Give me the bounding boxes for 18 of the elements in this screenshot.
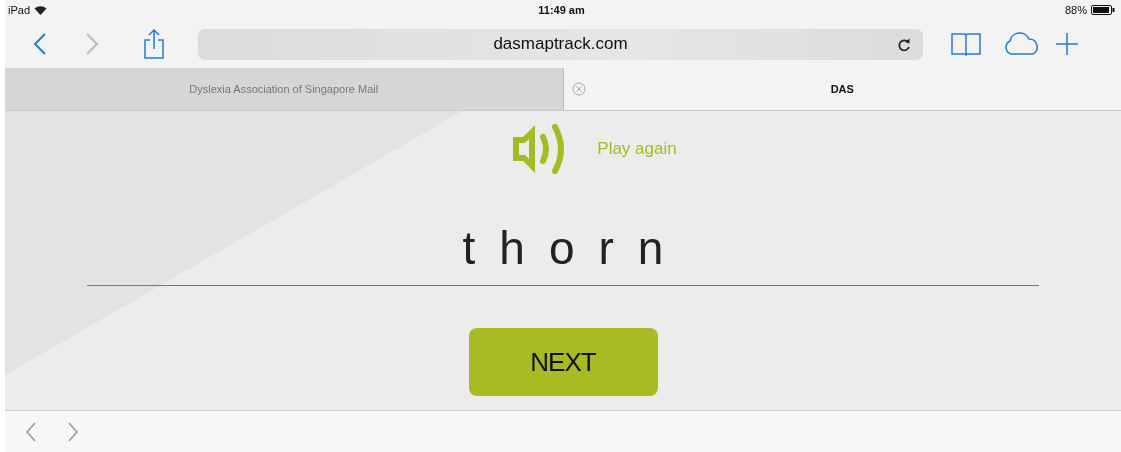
next-button[interactable]: NEXT (468, 328, 658, 396)
battery-icon (1091, 5, 1115, 15)
add-icon[interactable] (1055, 32, 1079, 56)
clock-time: 11:49 am (538, 4, 585, 16)
book-icon[interactable] (951, 32, 981, 56)
battery-percent: 88% (1064, 4, 1087, 16)
forward-icon[interactable] (85, 32, 99, 56)
share-icon[interactable] (143, 29, 165, 59)
back-icon[interactable] (25, 420, 37, 443)
close-icon[interactable] (571, 82, 586, 96)
cloud-icon[interactable] (1003, 32, 1041, 56)
wifi-icon (34, 5, 48, 15)
spelled-word: thorn (461, 221, 688, 275)
reload-icon[interactable] (897, 36, 911, 53)
back-icon[interactable] (33, 32, 47, 56)
address-bar[interactable]: dasmaptrack.com (198, 28, 923, 60)
forward-icon[interactable] (67, 420, 79, 443)
device-name: iPad (8, 4, 31, 16)
